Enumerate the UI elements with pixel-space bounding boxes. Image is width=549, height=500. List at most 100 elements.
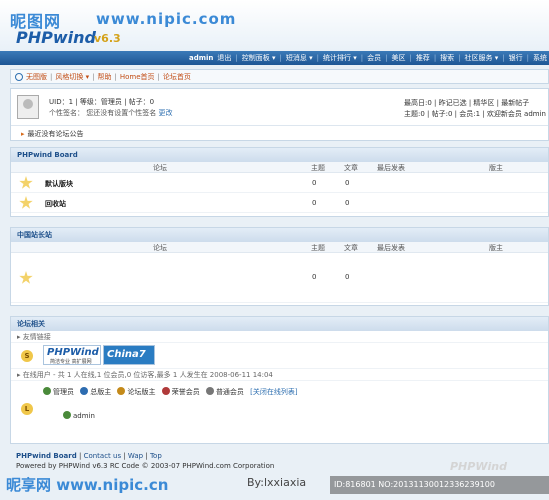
nav-item-stats[interactable]: 统计排行 ▾ [323,53,357,63]
forum-mod-icon [117,387,126,395]
site-header: 昵图网 www.nipic.com PHPwind v6.3 [0,0,549,50]
watermark-author: By:lxxiaxia [247,476,307,489]
nav-item-messages[interactable]: 短消息 ▾ [286,53,313,63]
forum-status-icon [19,176,33,189]
nav-item-logout[interactable]: 退出 [217,53,231,63]
nav-separator: | [526,54,529,62]
column-header: 论坛 主题 文章 最后发表 版主 [11,242,548,253]
forum-stats-line2: 主题:0 | 帖子:0 | 会员:1 | 欢迎新会员 admin [403,110,546,118]
col-posts: 文章 [344,164,358,172]
forum-stats-line1[interactable]: 最高日:0 | 昨记已选 | 精华区 | 最新帖子 [404,98,546,109]
subnav-item-text-mode[interactable]: 无图版 [26,72,47,82]
forum-posts: 0 [345,179,350,187]
partner-logo-phpwind[interactable]: PHPWind 简洁专业 高扩展网 [43,345,101,365]
forum-status-icon [19,271,33,284]
subnav-item-forum-home[interactable]: 论坛首页 [163,72,191,82]
partner-logo-china7-text: China7 [107,349,146,360]
category-title[interactable]: 论坛相关 [11,317,548,331]
nav-separator: | [360,54,364,62]
user-signature: 个性签名： 您还没有设置个性签名 [49,109,157,117]
admin-icon [63,411,71,419]
sub-nav: 无图版 | 风格切换 ▾ | 帮助 | Home首页 | 论坛首页 [10,69,549,84]
nav-item-system[interactable]: 系统 [533,53,547,63]
col-topics: 主题 [311,164,325,172]
forum-status-icon [19,196,33,209]
honor-member-icon [161,387,170,395]
subnav-item-style[interactable]: 风格切换 ▾ [55,72,89,82]
avatar[interactable] [17,95,39,119]
watermark-site: 昵享网 www.nipic.cn [6,476,169,494]
nav-separator: | [458,54,461,62]
subnav-separator: | [92,72,95,81]
legend-honor-member: 荣誉会员 [161,387,200,396]
subnav-item-help[interactable]: 帮助 [97,72,111,82]
nav-item-control-panel[interactable]: 控制面板 ▾ [242,53,276,63]
forum-row: 默认版块 0 0 [11,173,548,193]
online-summary-row: ▸ 在线用户 - 共 1 人在线,1 位会员,0 位访客,最多 1 人发生在 2… [11,369,548,381]
category-title[interactable]: 中国站长站 [11,228,548,242]
nav-separator: | [279,54,282,62]
version-label: v6.3 [94,32,121,45]
forum-topics: 0 [312,199,317,207]
footer-link-wap[interactable]: Wap [128,452,143,460]
forum-topics: 0 [312,179,317,187]
footer-link-contact[interactable]: Contact us [84,452,122,460]
col-forum: 论坛 [153,244,167,252]
online-user-item: admin [63,411,95,420]
nav-item-members[interactable]: 会员 [367,53,381,63]
user-info: UID：1 | 等级：管理员 | 帖子：0 个性签名： 您还没有设置个性签名 更… [49,97,172,119]
legend-admin: 管理员 [43,387,74,396]
legend-member: 普通会员 [205,387,244,396]
category-forum-related: 论坛相关 ▸ 友情链接 S PHPWind 简洁专业 高扩展网 China7 ▸… [10,316,549,444]
user-meta: UID：1 | 等级：管理员 | 帖子：0 [49,98,155,106]
footer-brand[interactable]: PHPwind Board [16,452,77,460]
close-online-list-link[interactable]: [关闭在线列表] [250,388,297,396]
forum-name[interactable]: 默认版块 [45,179,73,189]
brand-logo[interactable]: PHPwind [16,28,96,47]
admin-icon [43,387,51,395]
nav-separator: | [235,54,238,62]
member-icon [205,387,214,395]
nav-item-area[interactable]: 美区 [391,53,405,63]
super-mod-icon [80,387,89,395]
partner-links-row: S PHPWind 简洁专业 高扩展网 China7 [11,343,548,369]
footer-link-top[interactable]: Top [150,452,162,460]
subnav-item-home[interactable]: Home首页 [120,72,155,82]
subnav-separator: | [50,72,53,81]
nav-separator: | [316,54,319,62]
partner-logo-phpwind-sub: 简洁专业 高扩展网 [50,359,92,365]
search-icon[interactable] [15,72,23,81]
subnav-separator: | [114,72,117,81]
announcement-bar: ▸ 最近没有论坛公告 [11,125,548,141]
nav-separator: | [502,54,505,62]
online-summary: 在线用户 - 共 1 人在线,1 位会员,0 位访客,最多 1 人发生在 200… [22,371,273,379]
nav-separator: | [433,54,437,62]
category-title[interactable]: PHPwind Board [11,148,548,162]
category-china-webmaster: 中国站长站 论坛 主题 文章 最后发表 版主 0 0 [10,227,549,306]
col-topics: 主题 [311,244,325,252]
announcement-text: 最近没有论坛公告 [27,130,84,138]
online-icon: L [21,403,33,415]
links-label-row: ▸ 友情链接 [11,331,548,343]
nav-user[interactable]: admin [189,54,213,62]
nav-item-services[interactable]: 社区服务 ▾ [465,53,499,63]
nav-item-search[interactable]: 搜索 [440,53,454,63]
links-icon: S [21,350,33,362]
forum-row: 回收站 0 0 [11,193,548,213]
nav-separator: | [385,54,388,62]
partner-logo-china7[interactable]: China7 [103,345,155,365]
arrow-right-icon: ▸ [21,130,25,138]
col-last-post: 最后发表 [377,244,405,252]
forum-posts: 0 [345,273,350,281]
top-nav: admin 退出 | 控制面板 ▾ | 短消息 ▾ | 统计排行 ▾ | 会员 … [0,51,549,65]
forum-name[interactable]: 回收站 [45,199,66,209]
forum-row: 0 0 [11,253,548,303]
online-username[interactable]: admin [73,412,95,420]
nav-item-recommend[interactable]: 推荐 [416,53,430,63]
subnav-separator: | [157,72,160,81]
nav-item-bank[interactable]: 银行 [509,53,523,63]
forum-stats: 最高日:0 | 昨记已选 | 精华区 | 最新帖子 主题:0 | 帖子:0 | … [404,98,546,120]
edit-signature-link[interactable]: 更改 [158,109,172,117]
col-last-post: 最后发表 [377,164,405,172]
nav-separator: | [409,54,412,62]
